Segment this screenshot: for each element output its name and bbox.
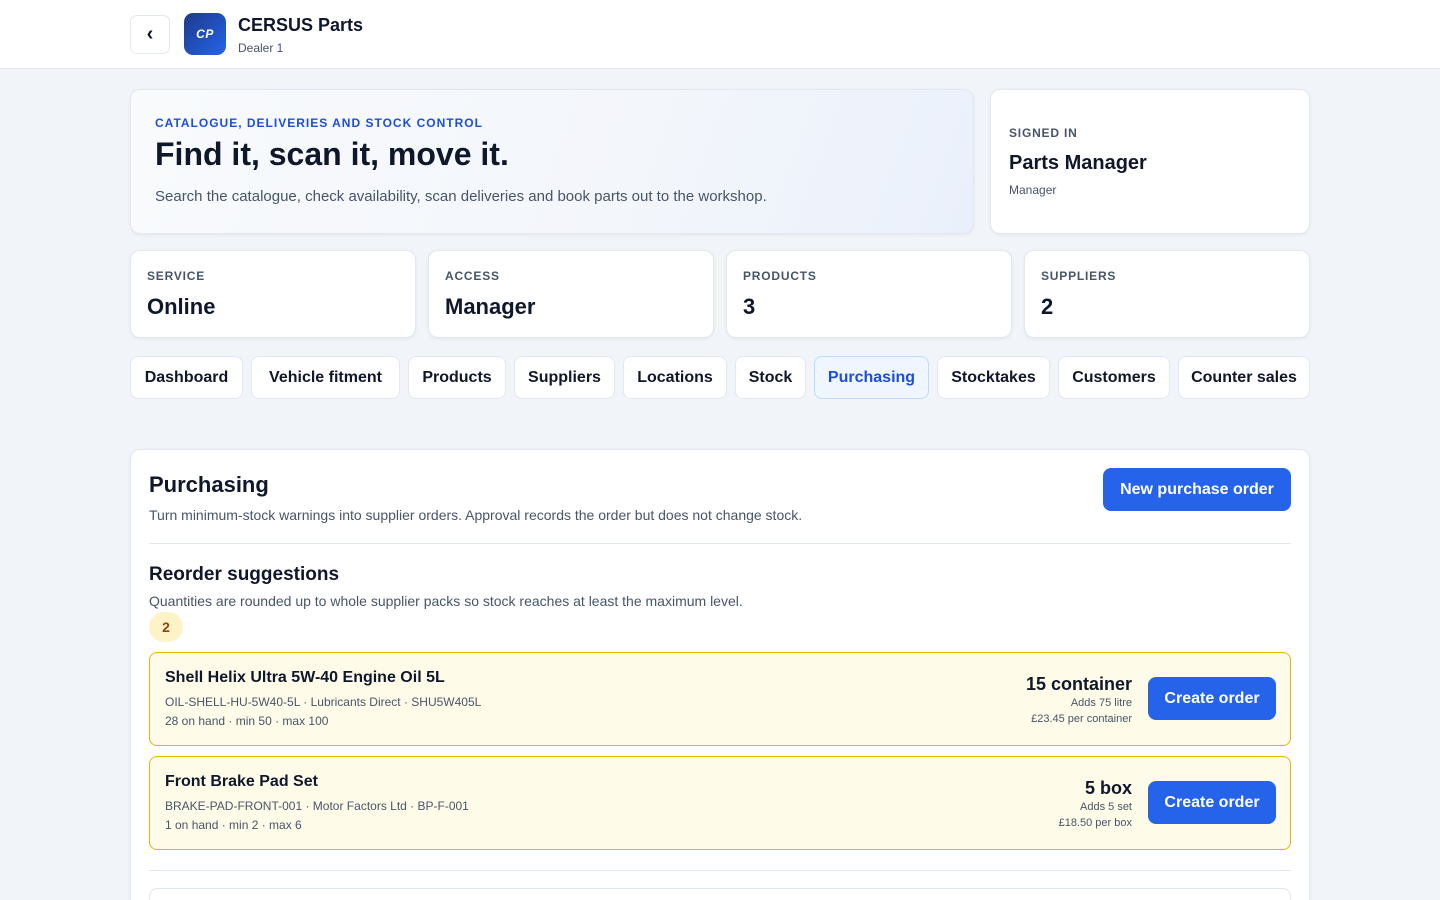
tab-vehicle-fitment[interactable]: Vehicle fitment	[251, 356, 400, 399]
reorder-count-badge: 2	[149, 612, 183, 642]
stat-access: ACCESS Manager	[428, 250, 714, 338]
page-subtitle: Turn minimum-stock warnings into supplie…	[149, 507, 803, 523]
order-quantity: 5 box	[1084, 778, 1132, 798]
user-name: Parts Manager	[1009, 152, 1147, 174]
stat-value: 3	[743, 294, 756, 319]
unit-price: £18.50 per box	[1058, 817, 1132, 829]
tab-locations[interactable]: Locations	[623, 356, 727, 399]
stat-value: Online	[147, 294, 216, 319]
stat-label: PRODUCTS	[743, 269, 817, 283]
stat-label: SERVICE	[147, 269, 206, 283]
stat-label: SUPPLIERS	[1041, 269, 1117, 283]
hero-description: Search the catalogue, check availability…	[155, 188, 767, 205]
new-purchase-order-button[interactable]: New purchase order	[1103, 468, 1291, 511]
adds-quantity: Adds 5 set	[1080, 801, 1132, 813]
tab-dashboard[interactable]: Dashboard	[130, 356, 243, 399]
tab-stocktakes[interactable]: Stocktakes	[937, 356, 1050, 399]
product-meta: OIL-SHELL-HU-5W40-5L · Lubricants Direct…	[165, 695, 482, 709]
stock-levels: 1 on hand · min 2 · max 6	[165, 818, 302, 832]
back-button[interactable]: ‹	[130, 15, 170, 54]
stat-value: 2	[1041, 294, 1054, 319]
divider	[149, 870, 1291, 871]
tab-products[interactable]: Products	[408, 356, 506, 399]
hero-headline: Find it, scan it, move it.	[155, 136, 509, 172]
product-meta: BRAKE-PAD-FRONT-001 · Motor Factors Ltd …	[165, 799, 469, 813]
product-name: Shell Helix Ultra 5W-40 Engine Oil 5L	[165, 669, 445, 686]
stat-products: PRODUCTS 3	[726, 250, 1012, 338]
hero-card: CATALOGUE, DELIVERIES AND STOCK CONTROL …	[130, 89, 974, 234]
dealer-name: Dealer 1	[238, 41, 284, 55]
tab-stock[interactable]: Stock	[735, 356, 806, 399]
tab-suppliers[interactable]: Suppliers	[514, 356, 615, 399]
top-bar: ‹ CP CERSUS Parts Dealer 1	[0, 0, 1440, 69]
stat-suppliers: SUPPLIERS 2	[1024, 250, 1310, 338]
stat-value: Manager	[445, 294, 536, 319]
reorder-suggestion: Shell Helix Ultra 5W-40 Engine Oil 5L OI…	[149, 652, 1291, 746]
reorder-description: Quantities are rounded up to whole suppl…	[149, 593, 743, 609]
product-name: Front Brake Pad Set	[165, 773, 318, 790]
chevron-left-icon: ‹	[146, 23, 154, 45]
order-quantity: 15 container	[1025, 674, 1132, 694]
stat-label: ACCESS	[445, 269, 500, 283]
adds-quantity: Adds 75 litre	[1070, 697, 1132, 709]
create-order-button[interactable]: Create order	[1148, 781, 1276, 824]
app-title: CERSUS Parts	[238, 15, 364, 35]
signed-in-label: SIGNED IN	[1009, 126, 1078, 140]
create-order-button[interactable]: Create order	[1148, 677, 1276, 720]
tab-counter-sales[interactable]: Counter sales	[1178, 356, 1310, 399]
stat-service: SERVICE Online	[130, 250, 416, 338]
stock-levels: 28 on hand · min 50 · max 100	[165, 714, 329, 728]
tab-customers[interactable]: Customers	[1058, 356, 1170, 399]
next-section-card	[149, 888, 1291, 900]
reorder-title: Reorder suggestions	[149, 564, 340, 585]
hero-eyebrow: CATALOGUE, DELIVERIES AND STOCK CONTROL	[155, 116, 483, 130]
reorder-suggestion: Front Brake Pad Set BRAKE-PAD-FRONT-001 …	[149, 756, 1291, 850]
purchasing-panel: Purchasing Turn minimum-stock warnings i…	[130, 449, 1310, 900]
divider	[149, 543, 1291, 544]
page-title: Purchasing	[149, 472, 269, 497]
signed-in-card: SIGNED IN Parts Manager Manager	[990, 89, 1310, 234]
app-logo: CP	[184, 13, 226, 55]
unit-price: £23.45 per container	[1031, 713, 1132, 725]
user-role: Manager	[1009, 183, 1057, 197]
tab-purchasing[interactable]: Purchasing	[814, 356, 929, 399]
